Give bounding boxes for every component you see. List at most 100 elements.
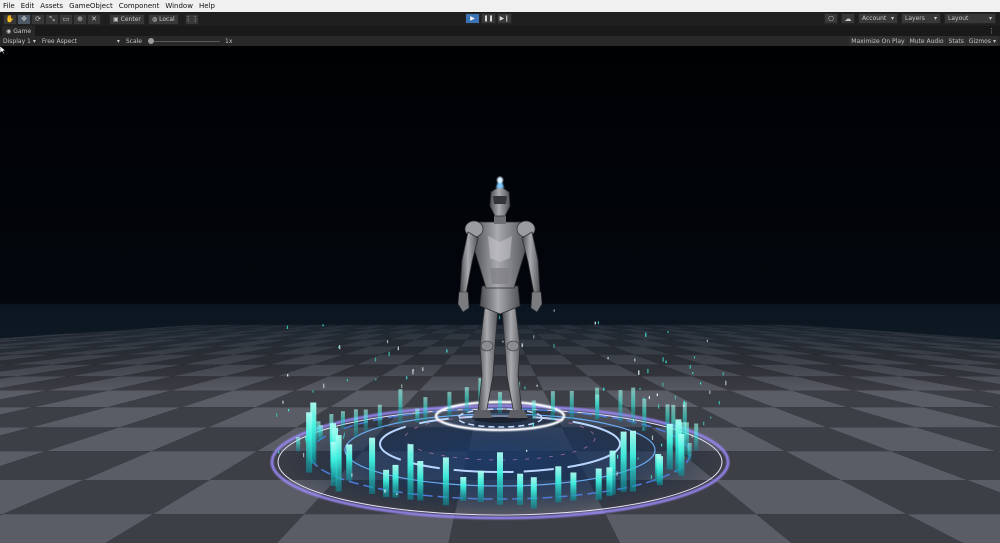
stats-toggle[interactable]: Stats [946,36,966,46]
spectrum-bar [353,409,358,438]
spectrum-bar [570,472,577,501]
menu-assets[interactable]: Assets [40,2,63,10]
history-icon[interactable]: ⎔ [824,13,838,24]
spark [305,439,307,443]
move-tool-icon[interactable]: ✥ [17,13,31,25]
spectrum-bar [618,390,623,422]
spark [351,473,353,477]
spark [393,475,396,479]
spark [288,409,290,412]
tab-game-label: Game [13,27,32,35]
spark [422,367,424,372]
spark [639,388,641,390]
mute-audio-toggle[interactable]: Mute Audio [907,36,946,46]
scale-control: Scale 1x [123,37,236,45]
space-toggle-button[interactable]: ◍ Local [147,13,179,25]
spectrum-bar [296,436,301,452]
grid-snap-icon[interactable]: ⋮⋮ [184,13,199,25]
play-button-icon[interactable]: ▶ [465,13,480,24]
spectrum-bar [657,456,663,486]
spectrum-bar [642,398,647,432]
transform-tool-icon[interactable]: ⊕ [73,13,87,25]
spark [303,452,305,458]
menu-window[interactable]: Window [165,2,193,10]
spark [278,451,280,454]
spark [616,471,618,476]
scale-tool-icon[interactable]: ⤡ [45,13,59,25]
menu-file[interactable]: File [3,2,15,10]
spark [683,404,685,407]
display-label: Display 1 [3,37,31,45]
rotate-tool-icon[interactable]: ⟳ [31,13,45,25]
spark [722,372,724,376]
spark [282,400,284,404]
spectrum-bar [415,408,420,423]
spark [650,475,652,480]
game-scene [0,46,1000,543]
layout-label: Layout [948,15,969,22]
spark [375,378,377,381]
spark [401,384,403,388]
spectrum-bar [423,397,428,422]
chevron-down-icon: ▾ [933,15,937,22]
spark [689,365,691,369]
mouse-cursor-icon [0,46,6,54]
spectrum-bar [620,431,627,492]
tab-menu-icon[interactable]: ⋮ [988,26,995,36]
spark [648,396,650,400]
menu-gameobject[interactable]: GameObject [69,2,113,10]
pivot-toggle-button[interactable]: ▣ Center [109,13,145,25]
chevron-down-icon: ▾ [890,15,894,22]
spark [706,339,708,342]
gizmos-dropdown[interactable]: Gizmos ▾ [966,36,998,46]
spectrum-bar [363,409,368,431]
aspect-dropdown[interactable]: Free Aspect ▾ [39,38,123,45]
spectrum-bar [398,389,403,424]
hand-tool-icon[interactable]: ✋ [3,13,17,25]
pause-button-icon[interactable]: ❚❚ [481,13,496,24]
spectrum-bar [517,473,524,506]
spark [665,360,667,364]
tab-game[interactable]: ◉ Game [2,26,36,36]
globe-icon: ◍ [151,15,158,23]
spark [338,346,340,349]
spark [662,382,664,387]
spectrum-bar [477,470,484,502]
spark [397,346,399,351]
layers-dropdown[interactable]: Layers ▾ [901,13,941,24]
menu-edit[interactable]: Edit [21,2,35,10]
spectrum-bar [606,467,613,497]
rect-tool-icon[interactable]: ▭ [59,13,73,25]
main-toolbar: ✋ ✥ ⟳ ⤡ ▭ ⊕ ✕ ▣ Center ◍ Local ⋮⋮ ▶ ❚❚ ▶… [0,12,1000,26]
spectrum-bar [464,387,469,413]
spark [691,434,693,438]
step-button-icon[interactable]: ▶❙ [497,13,512,24]
spark [718,401,720,405]
spark [396,493,398,495]
menu-component[interactable]: Component [119,2,160,10]
layout-dropdown[interactable]: Layout ▾ [944,13,996,24]
account-dropdown[interactable]: Account ▾ [858,13,898,24]
scale-slider[interactable] [148,37,221,45]
game-view-bar: Display 1 ▾ Free Aspect ▾ Scale 1x Maxim… [0,36,1000,46]
maximize-on-play-toggle[interactable]: Maximize On Play [849,36,907,46]
scale-slider-knob[interactable] [148,38,155,44]
spectrum-bar [335,435,342,492]
layers-label: Layers [905,15,925,22]
spark [725,380,727,386]
spark [287,374,289,377]
game-viewport[interactable] [0,46,1000,543]
spark [322,324,324,327]
transform-tools: ✋ ✥ ⟳ ⤡ ▭ ⊕ ✕ [3,13,101,25]
spark [502,340,504,343]
menu-help[interactable]: Help [199,2,215,10]
display-dropdown[interactable]: Display 1 ▾ [0,38,39,45]
custom-tool-icon[interactable]: ✕ [87,13,101,25]
spark [312,390,314,393]
cloud-icon[interactable]: ☁ [841,13,855,24]
spark [674,395,676,400]
spark [647,368,649,374]
spark [693,356,696,359]
spectrum-bar [595,394,600,420]
spark [446,349,448,353]
